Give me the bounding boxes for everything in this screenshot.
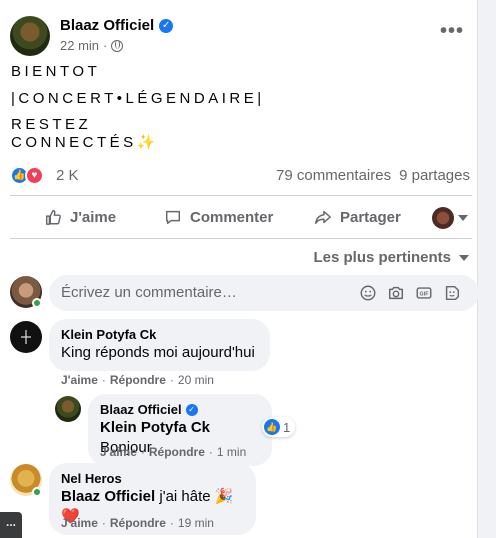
share-button[interactable]: Partager — [314, 208, 401, 226]
author-name-row: Blaaz Officiel ✓ — [60, 17, 174, 34]
comment-bubble: Klein Potyfa Ck King réponds moi aujourd… — [49, 319, 270, 371]
online-status-icon — [32, 487, 42, 497]
post-line: RESTEZ — [11, 116, 92, 133]
divider — [10, 238, 472, 239]
camera-icon[interactable] — [387, 284, 405, 302]
profile-switcher[interactable] — [432, 207, 468, 229]
author-name[interactable]: Blaaz Officiel — [60, 17, 154, 34]
comment-reply-link[interactable]: Répondre — [110, 516, 166, 530]
comments-count[interactable]: 79 commentaires — [276, 167, 391, 184]
shares-count[interactable]: 9 partages — [399, 167, 470, 184]
commenter-avatar[interactable] — [10, 321, 42, 353]
comment-placeholder: Écrivez un commentaire… — [61, 284, 237, 301]
comment-input[interactable]: Écrivez un commentaire… GIF — [49, 275, 479, 311]
post-text: BIENTOT |CONCERT•LÉGENDAIRE| RESTEZ CONN… — [11, 63, 466, 151]
gif-icon[interactable]: GIF — [415, 284, 433, 302]
comment-author[interactable]: Klein Potyfa Ck — [61, 327, 258, 343]
love-reaction-icon: ♥ — [25, 166, 44, 185]
reply-time[interactable]: 1 min — [217, 445, 246, 459]
post-time[interactable]: 22 min — [60, 38, 99, 53]
reactions-bar: 👍 ♥ 2 K 79 commentaires 9 partages — [10, 165, 472, 187]
reply-author[interactable]: Blaaz Officiel — [100, 402, 182, 418]
reply-author-row: Blaaz Officiel ✓ — [100, 402, 260, 418]
reply-actions: J'aime · Répondre · 1 min — [100, 445, 247, 459]
reaction-count[interactable]: 2 K — [56, 167, 79, 184]
verified-badge-icon: ✓ — [185, 404, 198, 416]
chevron-down-icon — [458, 215, 468, 221]
author-avatar[interactable] — [10, 16, 50, 56]
profile-avatar — [432, 207, 454, 229]
online-status-icon — [32, 298, 42, 308]
composer-tools: GIF — [359, 284, 461, 302]
sticker-icon[interactable] — [443, 284, 461, 302]
comment-time[interactable]: 19 min — [178, 516, 214, 530]
reaction-icons[interactable]: 👍 ♥ — [10, 166, 44, 185]
share-label: Partager — [340, 208, 401, 226]
reply-avatar[interactable] — [55, 396, 81, 422]
chevron-down-icon — [459, 254, 469, 261]
share-arrow-icon — [315, 210, 331, 225]
divider — [10, 195, 472, 196]
chat-tab[interactable]: ... — [0, 512, 22, 538]
comment-actions: J'aime · Répondre · 19 min — [61, 516, 214, 530]
comment-icon — [165, 210, 181, 225]
like-reaction-icon: 👍 — [264, 419, 280, 435]
post-line: BIENTOT — [11, 63, 101, 80]
comment-author[interactable]: Nel Heros — [61, 471, 244, 487]
reply-mention[interactable]: Klein Potyfa Ck — [100, 419, 210, 436]
comment-like-link[interactable]: J'aime — [61, 373, 98, 387]
commenter-logo-icon — [21, 330, 31, 344]
engagement-counts: 79 commentaires 9 partages — [276, 167, 470, 184]
emoji-icon[interactable] — [359, 284, 377, 302]
post-meta: 22 min · — [60, 38, 124, 53]
globe-icon — [111, 39, 124, 52]
sort-label: Les plus pertinents — [313, 249, 451, 266]
comment-text: King réponds moi aujourd'hui — [61, 344, 255, 361]
reply-reply-link[interactable]: Répondre — [149, 445, 205, 459]
post-card: Blaaz Officiel ✓ 22 min · ••• BIENTOT |C… — [0, 0, 479, 538]
thumbs-up-icon — [45, 209, 61, 225]
svg-text:GIF: GIF — [420, 292, 430, 298]
post-line: |CONCERT•LÉGENDAIRE| — [11, 89, 265, 107]
post-header: Blaaz Officiel ✓ 22 min · ••• — [10, 16, 470, 58]
more-options-button[interactable]: ••• — [434, 20, 470, 48]
comment-label: Commenter — [190, 208, 274, 226]
comment-mention[interactable]: Blaaz Officiel — [61, 488, 155, 505]
comment-actions: J'aime · Répondre · 20 min — [61, 373, 214, 387]
verified-badge-icon: ✓ — [159, 18, 174, 33]
comment-button[interactable]: Commenter — [164, 208, 273, 226]
reply-like-link[interactable]: J'aime — [100, 445, 137, 459]
reply-avatar-image — [55, 396, 81, 422]
like-label: J'aime — [70, 208, 117, 226]
comment-sort-dropdown[interactable]: Les plus pertinents — [313, 249, 469, 266]
comment-reply-link[interactable]: Répondre — [110, 373, 166, 387]
like-button[interactable]: J'aime — [44, 208, 116, 226]
comment-time[interactable]: 20 min — [178, 373, 214, 387]
reply-reactions[interactable]: 👍 1 — [262, 417, 296, 437]
post-line: CONNECTÉS✨ — [11, 133, 159, 151]
comment-like-link[interactable]: J'aime — [61, 516, 98, 530]
reply-reaction-count: 1 — [283, 419, 291, 435]
post-actions: J'aime Commenter Partager — [10, 199, 472, 237]
